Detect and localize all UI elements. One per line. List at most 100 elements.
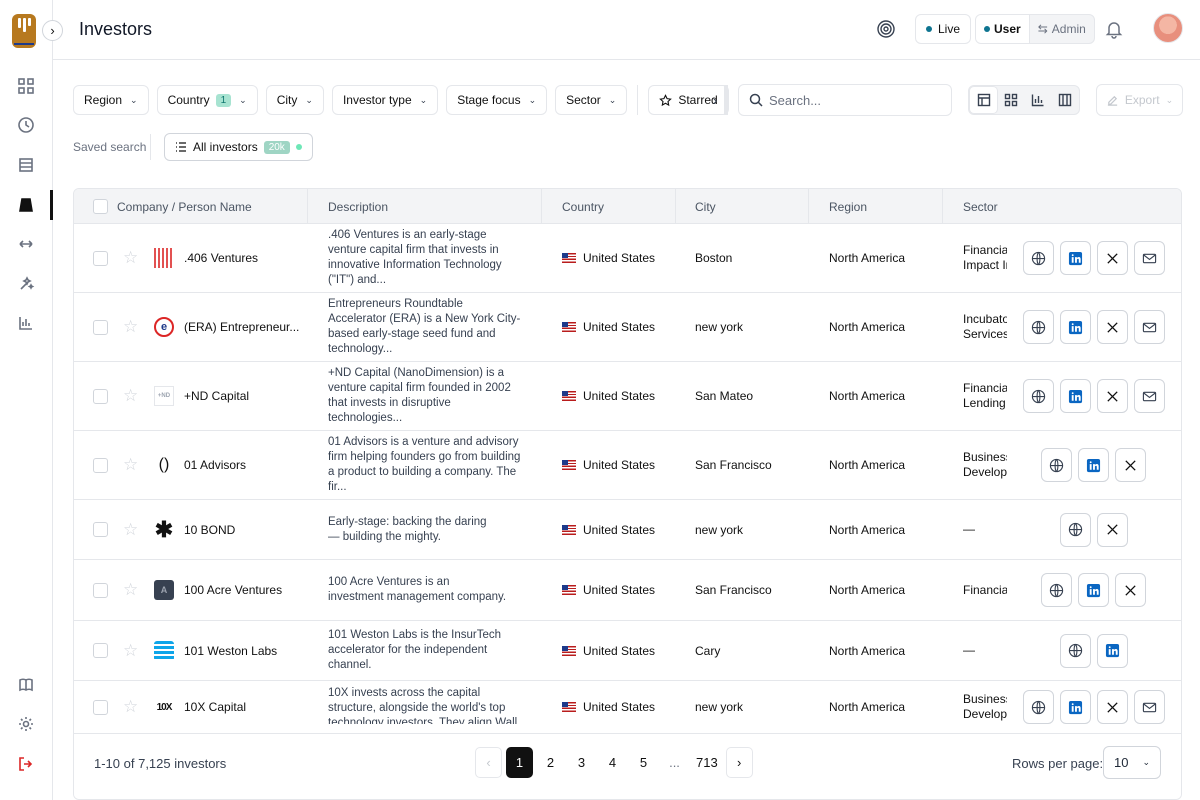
table-row[interactable]: ☆ A 100 Acre Ventures 100 Acre Ventures … bbox=[74, 560, 1181, 621]
prev-page-button[interactable]: ‹ bbox=[475, 747, 502, 778]
x-twitter-icon[interactable] bbox=[1115, 448, 1146, 482]
investor-type-filter[interactable]: Investor type ⌄ bbox=[331, 85, 439, 115]
settings-gear-icon[interactable] bbox=[16, 714, 36, 734]
page-button-2[interactable]: 2 bbox=[537, 747, 564, 778]
company-name[interactable]: +ND Capital bbox=[184, 362, 249, 430]
linkedin-icon[interactable] bbox=[1078, 448, 1109, 482]
linkedin-icon[interactable] bbox=[1060, 690, 1091, 724]
linkedin-icon[interactable] bbox=[1060, 379, 1091, 413]
row-checkbox[interactable] bbox=[93, 621, 108, 680]
x-twitter-icon[interactable] bbox=[1097, 690, 1128, 724]
company-name[interactable]: 101 Weston Labs bbox=[184, 621, 277, 680]
dashboard-icon[interactable] bbox=[16, 76, 36, 96]
clock-icon[interactable] bbox=[16, 115, 36, 135]
logout-icon[interactable] bbox=[16, 754, 36, 774]
column-header-name[interactable]: Company / Person Name bbox=[117, 189, 252, 224]
website-globe-icon[interactable] bbox=[1060, 512, 1091, 547]
table-row[interactable]: ☆ () 01 Advisors 01 Advisors is a ventur… bbox=[74, 431, 1181, 500]
x-twitter-icon[interactable] bbox=[1097, 379, 1128, 413]
column-header-city[interactable]: City bbox=[695, 189, 716, 224]
star-icon[interactable]: ☆ bbox=[123, 362, 138, 430]
table-row[interactable]: ☆ 10X 10X Capital 10X invests across the… bbox=[74, 681, 1181, 733]
row-checkbox[interactable] bbox=[93, 293, 108, 361]
page-button-last[interactable]: 713 bbox=[692, 747, 722, 778]
linkedin-icon[interactable] bbox=[1060, 310, 1091, 344]
book-icon[interactable] bbox=[16, 675, 36, 695]
website-globe-icon[interactable] bbox=[1041, 573, 1072, 607]
table-row[interactable]: ☆ .406 Ventures .406 Ventures is an earl… bbox=[74, 224, 1181, 293]
next-page-button[interactable]: › bbox=[725, 747, 753, 778]
select-all-checkbox[interactable] bbox=[93, 189, 108, 224]
website-globe-icon[interactable] bbox=[1041, 448, 1072, 482]
app-logo[interactable] bbox=[12, 14, 36, 48]
website-globe-icon[interactable] bbox=[1023, 690, 1054, 724]
saved-search-chip[interactable]: All investors 20k bbox=[164, 133, 313, 161]
avatar[interactable] bbox=[1153, 13, 1183, 43]
linkedin-icon[interactable] bbox=[1097, 633, 1128, 668]
table-row[interactable]: ☆ +ND +ND Capital +ND Capital (NanoDimen… bbox=[74, 362, 1181, 431]
x-twitter-icon[interactable] bbox=[1097, 310, 1128, 344]
page-button-3[interactable]: 3 bbox=[568, 747, 595, 778]
row-checkbox[interactable] bbox=[93, 681, 108, 733]
star-icon[interactable]: ☆ bbox=[123, 681, 138, 733]
x-twitter-icon[interactable] bbox=[1115, 573, 1146, 607]
x-twitter-icon[interactable] bbox=[1097, 512, 1128, 547]
table-row[interactable]: ☆ e (ERA) Entrepreneur... Entrepreneurs … bbox=[74, 293, 1181, 362]
search-input[interactable] bbox=[769, 92, 929, 108]
table-view-icon[interactable] bbox=[970, 87, 997, 113]
star-icon[interactable]: ☆ bbox=[123, 621, 138, 680]
company-name[interactable]: 01 Advisors bbox=[184, 431, 246, 499]
row-checkbox[interactable] bbox=[93, 560, 108, 620]
transfer-icon[interactable] bbox=[16, 234, 36, 254]
city-filter[interactable]: City ⌄ bbox=[265, 85, 324, 115]
row-checkbox[interactable] bbox=[93, 500, 108, 559]
search-box[interactable] bbox=[738, 84, 952, 116]
mail-icon[interactable] bbox=[1134, 379, 1165, 413]
investors-icon[interactable] bbox=[16, 195, 36, 215]
sidebar-collapse-button[interactable]: › bbox=[42, 20, 63, 41]
company-name[interactable]: 10X Capital bbox=[184, 681, 246, 733]
country-filter[interactable]: Country 1 ⌄ bbox=[156, 85, 258, 115]
website-globe-icon[interactable] bbox=[1023, 310, 1054, 344]
company-name[interactable]: 100 Acre Ventures bbox=[184, 560, 282, 620]
page-button-1[interactable]: 1 bbox=[506, 747, 533, 778]
export-button[interactable]: Export ⌄ bbox=[1096, 84, 1183, 116]
website-globe-icon[interactable] bbox=[1023, 241, 1054, 275]
star-icon[interactable]: ☆ bbox=[123, 224, 138, 292]
company-name[interactable]: (ERA) Entrepreneur... bbox=[184, 293, 299, 361]
linkedin-icon[interactable] bbox=[1078, 573, 1109, 607]
website-globe-icon[interactable] bbox=[1023, 379, 1054, 413]
star-icon[interactable]: ☆ bbox=[123, 560, 138, 620]
column-header-country[interactable]: Country bbox=[562, 189, 604, 224]
table-row[interactable]: ☆ ✱ 10 BOND Early-stage: backing the dar… bbox=[74, 500, 1181, 560]
row-checkbox[interactable] bbox=[93, 224, 108, 292]
row-checkbox[interactable] bbox=[93, 362, 108, 430]
sparkle-icon[interactable] bbox=[16, 274, 36, 294]
company-name[interactable]: 10 BOND bbox=[184, 500, 235, 559]
company-name[interactable]: .406 Ventures bbox=[184, 224, 258, 292]
column-header-region[interactable]: Region bbox=[829, 189, 867, 224]
star-icon[interactable]: ☆ bbox=[123, 293, 138, 361]
columns-view-icon[interactable] bbox=[1051, 87, 1078, 113]
mail-icon[interactable] bbox=[1134, 690, 1165, 724]
admin-role-button[interactable]: ⇆ Admin bbox=[1030, 15, 1094, 43]
page-button-4[interactable]: 4 bbox=[599, 747, 626, 778]
bell-icon[interactable] bbox=[1104, 19, 1124, 39]
sector-filter[interactable]: Sector ⌄ bbox=[555, 85, 628, 115]
user-role-button[interactable]: User bbox=[976, 15, 1030, 43]
mail-icon[interactable] bbox=[1134, 241, 1165, 275]
rows-per-page-select[interactable]: 10 ⌄ bbox=[1103, 746, 1161, 779]
stage-focus-filter[interactable]: Stage focus ⌄ bbox=[446, 85, 548, 115]
chart-icon[interactable] bbox=[16, 313, 36, 333]
chart-view-icon[interactable] bbox=[1024, 87, 1051, 113]
x-twitter-icon[interactable] bbox=[1097, 241, 1128, 275]
website-globe-icon[interactable] bbox=[1060, 633, 1091, 668]
chevron-right-icon[interactable]: › bbox=[706, 85, 728, 115]
mail-icon[interactable] bbox=[1134, 310, 1165, 344]
row-checkbox[interactable] bbox=[93, 431, 108, 499]
grid-view-icon[interactable] bbox=[997, 87, 1024, 113]
column-header-description[interactable]: Description bbox=[328, 189, 388, 224]
list-icon[interactable] bbox=[16, 155, 36, 175]
column-header-sector[interactable]: Sector bbox=[963, 189, 998, 224]
page-button-5[interactable]: 5 bbox=[630, 747, 657, 778]
